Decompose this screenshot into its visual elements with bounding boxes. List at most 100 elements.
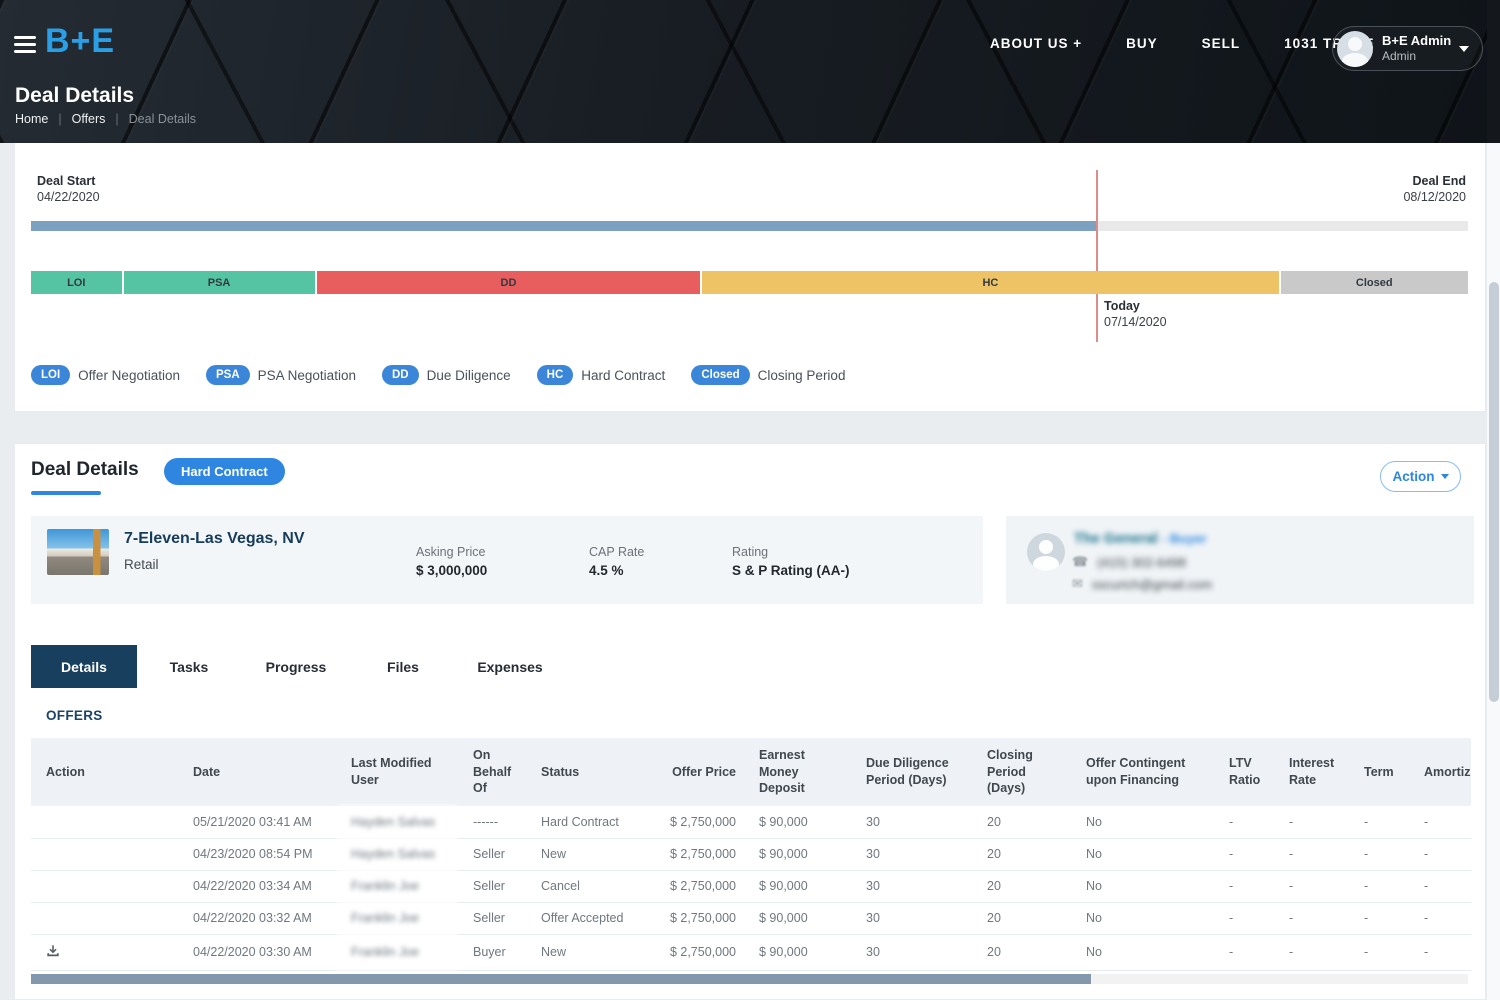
legend-label-psa: PSA Negotiation: [258, 368, 356, 383]
breadcrumb-separator: |: [58, 112, 61, 126]
legend-label-dd: Due Diligence: [427, 368, 511, 383]
phase-segment-closed: Closed: [1281, 271, 1468, 294]
breadcrumb-home[interactable]: Home: [15, 112, 48, 126]
cell-amortization: -: [1409, 870, 1471, 902]
brand-logo[interactable]: B+E: [45, 22, 115, 61]
cell-date: 04/22/2020 03:30 AM: [178, 934, 336, 970]
cell-term: -: [1349, 806, 1409, 838]
cell-dd-days: 30: [851, 934, 972, 970]
col-due-diligence-period: Due Diligence Period (Days): [851, 738, 972, 806]
nav-item-sell[interactable]: SELL: [1202, 36, 1241, 51]
cell-interest: -: [1274, 806, 1349, 838]
hamburger-menu-icon[interactable]: [14, 36, 36, 53]
today-date: 07/14/2020: [1104, 315, 1167, 329]
offers-table-wrap: Action Date Last Modified User On Behalf…: [31, 738, 1471, 1000]
col-last-modified-user: Last Modified User: [336, 738, 458, 806]
cell-dd-days: 30: [851, 870, 972, 902]
horizontal-scrollbar-thumb[interactable]: [31, 974, 1091, 984]
contact-role: - Buyer: [1162, 531, 1207, 546]
legend-badge-dd: DD: [382, 365, 419, 385]
chevron-down-icon: [1441, 474, 1449, 479]
cell-contingent: No: [1071, 806, 1214, 838]
cell-ltv: -: [1214, 806, 1274, 838]
cell-amortization: -: [1409, 838, 1471, 870]
cell-offer-price: $ 2,750,000: [654, 870, 744, 902]
col-amortization: Amortization: [1409, 738, 1471, 806]
cell-ltv: -: [1214, 934, 1274, 970]
deal-timeline-card: Deal Start 04/22/2020 Deal End 08/12/202…: [14, 143, 1486, 412]
cell-interest: -: [1274, 934, 1349, 970]
user-name: B+E Admin: [1382, 33, 1451, 49]
contact-avatar: [1027, 533, 1065, 571]
vertical-scrollbar-thumb[interactable]: [1489, 282, 1499, 702]
cell-earnest: $ 90,000: [744, 934, 851, 970]
deal-start-date: 04/22/2020: [37, 190, 100, 204]
breadcrumb-offers[interactable]: Offers: [72, 112, 106, 126]
section-title-underline: [31, 491, 101, 495]
cell-closing-days: 20: [972, 902, 1071, 934]
cell-on-behalf: Seller: [458, 870, 526, 902]
action-button-label: Action: [1393, 469, 1435, 484]
phase-segment-hc: HC: [702, 271, 1278, 294]
cell-date: 04/22/2020 03:32 AM: [178, 902, 336, 934]
legend-label-loi: Offer Negotiation: [78, 368, 180, 383]
cell-ltv: -: [1214, 838, 1274, 870]
nav-item-buy[interactable]: BUY: [1126, 36, 1158, 51]
legend-item-hc: HC Hard Contract: [537, 365, 666, 385]
app-header: B+E ABOUT US + BUY SELL 1031 TRADE B+E A…: [0, 0, 1500, 143]
top-nav: ABOUT US + BUY SELL 1031 TRADE: [990, 36, 1374, 51]
col-on-behalf-of: On Behalf Of: [458, 738, 526, 806]
contact-email-row: ✉ sscurich@gmail.com: [1072, 576, 1212, 592]
tab-progress[interactable]: Progress: [241, 645, 351, 688]
offer-row: 04/22/2020 03:34 AM Franklin Joe Seller …: [31, 870, 1471, 902]
tab-expenses[interactable]: Expenses: [455, 645, 565, 688]
action-button[interactable]: Action: [1380, 461, 1461, 492]
cell-action: [31, 934, 178, 970]
cell-term: -: [1349, 934, 1409, 970]
tab-details[interactable]: Details: [31, 645, 137, 688]
envelope-icon: ✉: [1072, 576, 1083, 592]
col-offer-contingent: Offer Contingent upon Financing: [1071, 738, 1214, 806]
cell-amortization: -: [1409, 934, 1471, 970]
buyer-contact-card: The General - Buyer ☎ (415) 302-6498 ✉ s…: [1006, 516, 1474, 604]
phone-icon: ☎: [1072, 554, 1088, 570]
tab-tasks[interactable]: Tasks: [137, 645, 241, 688]
cell-status: Hard Contract: [526, 806, 654, 838]
rating-value: S & P Rating (AA-): [732, 563, 850, 578]
cell-contingent: No: [1071, 870, 1214, 902]
cell-earnest: $ 90,000: [744, 838, 851, 870]
scrollbar-header-cap: [1487, 0, 1500, 143]
tab-files[interactable]: Files: [351, 645, 455, 688]
cell-contingent: No: [1071, 902, 1214, 934]
contact-phone: (415) 302-6498: [1097, 555, 1186, 570]
detail-tabs: Details Tasks Progress Files Expenses: [31, 645, 565, 688]
table-horizontal-scrollbar[interactable]: [31, 974, 1468, 984]
cell-status: Cancel: [526, 870, 654, 902]
cell-status: New: [526, 838, 654, 870]
cell-dd-days: 30: [851, 838, 972, 870]
legend-badge-hc: HC: [537, 365, 574, 385]
deal-end: Deal End 08/12/2020: [1403, 174, 1466, 204]
cell-status: Offer Accepted: [526, 902, 654, 934]
user-menu[interactable]: B+E Admin Admin: [1332, 26, 1483, 71]
offer-row: 04/23/2020 08:54 PM Hayden Salvas Seller…: [31, 838, 1471, 870]
col-term: Term: [1349, 738, 1409, 806]
cell-earnest: $ 90,000: [744, 902, 851, 934]
user-avatar: [1337, 31, 1373, 67]
deal-end-date: 08/12/2020: [1403, 190, 1466, 204]
cell-closing-days: 20: [972, 870, 1071, 902]
chevron-down-icon: [1459, 46, 1469, 52]
download-offer-button[interactable]: [46, 944, 60, 958]
breadcrumb: Home | Offers | Deal Details: [15, 112, 196, 126]
contact-name: The General - Buyer: [1074, 531, 1207, 547]
nav-item-about-us[interactable]: ABOUT US +: [990, 36, 1082, 51]
offers-section-title: OFFERS: [46, 708, 103, 723]
page-vertical-scrollbar[interactable]: [1487, 0, 1500, 1000]
cell-on-behalf: Seller: [458, 838, 526, 870]
contact-email[interactable]: sscurich@gmail.com: [1092, 577, 1212, 592]
deal-start: Deal Start 04/22/2020: [37, 174, 100, 204]
cell-offer-price: $ 2,750,000: [654, 934, 744, 970]
cell-amortization: -: [1409, 902, 1471, 934]
cell-earnest: $ 90,000: [744, 870, 851, 902]
cell-action: [31, 806, 178, 838]
